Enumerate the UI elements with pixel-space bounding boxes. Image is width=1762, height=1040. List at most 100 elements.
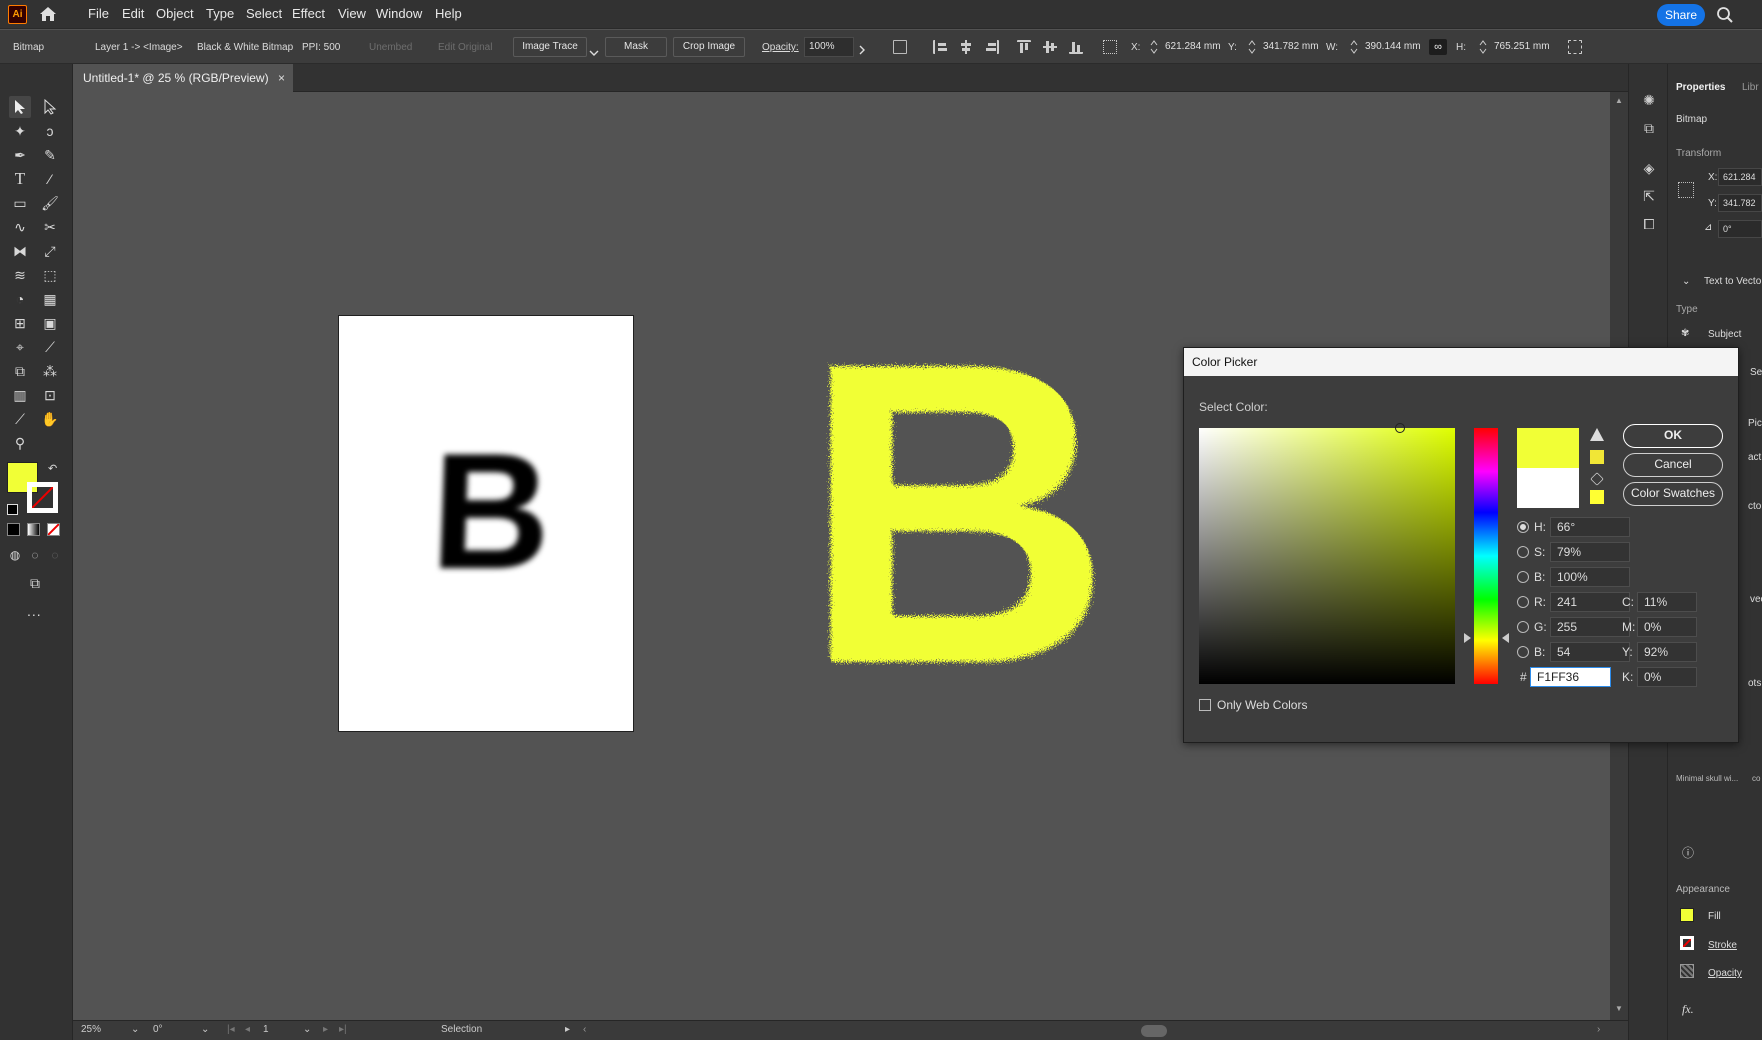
- screen-mode-icon[interactable]: ⧉: [24, 572, 46, 594]
- brightness-radio[interactable]: [1517, 571, 1529, 583]
- prop-angle-field[interactable]: 0°: [1718, 220, 1762, 238]
- next-artboard-icon[interactable]: ▸: [323, 1024, 328, 1035]
- only-web-colors-label[interactable]: Only Web Colors: [1217, 698, 1307, 712]
- measure-tool-icon[interactable]: ⟋: [39, 336, 61, 358]
- home-icon[interactable]: [38, 5, 58, 23]
- transform-options-icon[interactable]: [1568, 40, 1582, 54]
- align-bottom-icon[interactable]: [1069, 40, 1083, 54]
- magenta-input[interactable]: 0%: [1637, 617, 1697, 637]
- width-tool-icon[interactable]: ≋: [9, 264, 31, 286]
- edit-toolbar-icon[interactable]: ...: [27, 603, 42, 619]
- prop-y-field[interactable]: 341.782: [1718, 194, 1762, 212]
- appearance-opacity-icon[interactable]: [1680, 964, 1694, 978]
- pen-tool-icon[interactable]: ✒: [9, 144, 31, 166]
- blend-tool-icon[interactable]: ⧉: [9, 360, 31, 382]
- first-artboard-icon[interactable]: |◂: [227, 1024, 235, 1035]
- scroll-right-icon[interactable]: ›: [1597, 1024, 1600, 1035]
- swap-fill-stroke-icon[interactable]: ↶: [48, 462, 57, 475]
- web-safe-warning-icon[interactable]: [1590, 472, 1604, 486]
- hue-radio[interactable]: [1517, 521, 1529, 533]
- edit-original-button[interactable]: Edit Original: [438, 42, 492, 53]
- search-icon[interactable]: [1716, 6, 1734, 24]
- zoom-tool-icon[interactable]: ⚲: [9, 432, 31, 454]
- menu-help[interactable]: Help: [435, 6, 462, 21]
- recolor-icon[interactable]: [893, 40, 907, 54]
- unembed-button[interactable]: Unembed: [369, 42, 412, 53]
- document-tab[interactable]: Untitled-1* @ 25 % (RGB/Preview) ×: [73, 64, 293, 92]
- appearance-stroke-swatch[interactable]: [1680, 936, 1694, 950]
- line-tool-icon[interactable]: ⁄: [39, 168, 61, 190]
- rectangle-tool-icon[interactable]: ▭: [9, 192, 31, 214]
- menu-effect[interactable]: Effect: [292, 6, 325, 21]
- ok-button[interactable]: OK: [1623, 424, 1723, 448]
- selection-tool-icon[interactable]: [9, 96, 31, 118]
- y-stepper-icon[interactable]: [1248, 39, 1256, 55]
- hand-tool-icon[interactable]: ✋: [39, 408, 61, 430]
- appearance-fill-swatch[interactable]: [1680, 908, 1694, 922]
- color-mode-icon[interactable]: [7, 523, 20, 536]
- x-field[interactable]: 621.284 mm: [1160, 37, 1224, 57]
- zoom-dropdown-icon[interactable]: ⌄: [131, 1024, 139, 1035]
- brightness-input[interactable]: 100%: [1550, 567, 1630, 587]
- menu-type[interactable]: Type: [206, 6, 234, 21]
- chevron-down-icon[interactable]: ⌄: [1682, 276, 1690, 287]
- original-color-preview[interactable]: [1517, 468, 1579, 508]
- red-radio[interactable]: [1517, 596, 1529, 608]
- blue-input[interactable]: 54: [1550, 642, 1630, 662]
- menu-file[interactable]: File: [88, 6, 109, 21]
- tab-libraries[interactable]: Libr: [1742, 82, 1759, 93]
- appearance-stroke-label[interactable]: Stroke: [1708, 940, 1737, 951]
- menu-view[interactable]: View: [338, 6, 366, 21]
- brightness-icon[interactable]: ✺: [1639, 90, 1659, 110]
- menu-object[interactable]: Object: [156, 6, 194, 21]
- eyedropper-tool-icon[interactable]: ⌖: [9, 336, 31, 358]
- h-field[interactable]: 765.251 mm: [1489, 37, 1553, 57]
- share-export-icon[interactable]: ⇱: [1639, 186, 1659, 206]
- last-artboard-icon[interactable]: ▸|: [339, 1024, 347, 1035]
- draw-inside-icon[interactable]: ◌: [44, 544, 66, 566]
- magic-wand-tool-icon[interactable]: ✦: [9, 120, 31, 142]
- bitmap-letter[interactable]: B: [419, 419, 564, 603]
- image-trace-button[interactable]: Image Trace: [513, 37, 587, 57]
- scissors-tool-icon[interactable]: ✂: [39, 216, 61, 238]
- only-web-colors-checkbox[interactable]: [1199, 699, 1211, 711]
- horizontal-scroll-thumb[interactable]: [1141, 1025, 1167, 1037]
- scale-tool-icon[interactable]: ⤢: [39, 240, 61, 262]
- artboard[interactable]: B: [338, 315, 634, 732]
- rotation-value[interactable]: 0°: [153, 1024, 163, 1035]
- cancel-button[interactable]: Cancel: [1623, 453, 1723, 477]
- menu-edit[interactable]: Edit: [122, 6, 144, 21]
- gradient-mode-icon[interactable]: [27, 523, 40, 536]
- column-graph-tool-icon[interactable]: ▥: [9, 384, 31, 406]
- menu-select[interactable]: Select: [246, 6, 282, 21]
- green-input[interactable]: 255: [1550, 617, 1630, 637]
- appearance-fill-label[interactable]: Fill: [1708, 911, 1721, 922]
- color-swatches-button[interactable]: Color Swatches: [1623, 482, 1723, 506]
- hue-input[interactable]: 66°: [1550, 517, 1630, 537]
- close-icon[interactable]: ×: [278, 64, 285, 92]
- draw-behind-icon[interactable]: ◌: [24, 544, 46, 566]
- chevron-down-icon[interactable]: [589, 44, 599, 56]
- layer-path[interactable]: Layer 1 -> <Image>: [95, 42, 183, 53]
- crop-image-button[interactable]: Crop Image: [673, 37, 745, 57]
- align-middle-icon[interactable]: [1043, 40, 1057, 54]
- shaper-tool-icon[interactable]: ∿: [9, 216, 31, 238]
- w-stepper-icon[interactable]: [1350, 39, 1358, 55]
- reference-point-icon[interactable]: [1103, 40, 1117, 54]
- hue-slider-right-arrow[interactable]: [1502, 633, 1509, 643]
- hue-slider-left-arrow[interactable]: [1464, 633, 1471, 643]
- prop-x-field[interactable]: 621.284: [1718, 168, 1762, 186]
- black-input[interactable]: 0%: [1637, 667, 1697, 687]
- subject-option[interactable]: Subject: [1708, 329, 1741, 340]
- saturation-radio[interactable]: [1517, 546, 1529, 558]
- appearance-opacity-label[interactable]: Opacity: [1708, 968, 1742, 979]
- hue-slider[interactable]: [1474, 428, 1498, 684]
- saturation-brightness-field[interactable]: [1199, 423, 1455, 684]
- mask-button[interactable]: Mask: [605, 37, 667, 57]
- artboard-dropdown-icon[interactable]: ⌄: [303, 1024, 311, 1035]
- fx-button[interactable]: fx.: [1682, 1002, 1694, 1017]
- cyan-input[interactable]: 11%: [1637, 592, 1697, 612]
- stroke-swatch[interactable]: [27, 482, 58, 513]
- zoom-level[interactable]: 25%: [81, 1024, 101, 1035]
- traced-letter-image[interactable]: B: [782, 332, 1132, 682]
